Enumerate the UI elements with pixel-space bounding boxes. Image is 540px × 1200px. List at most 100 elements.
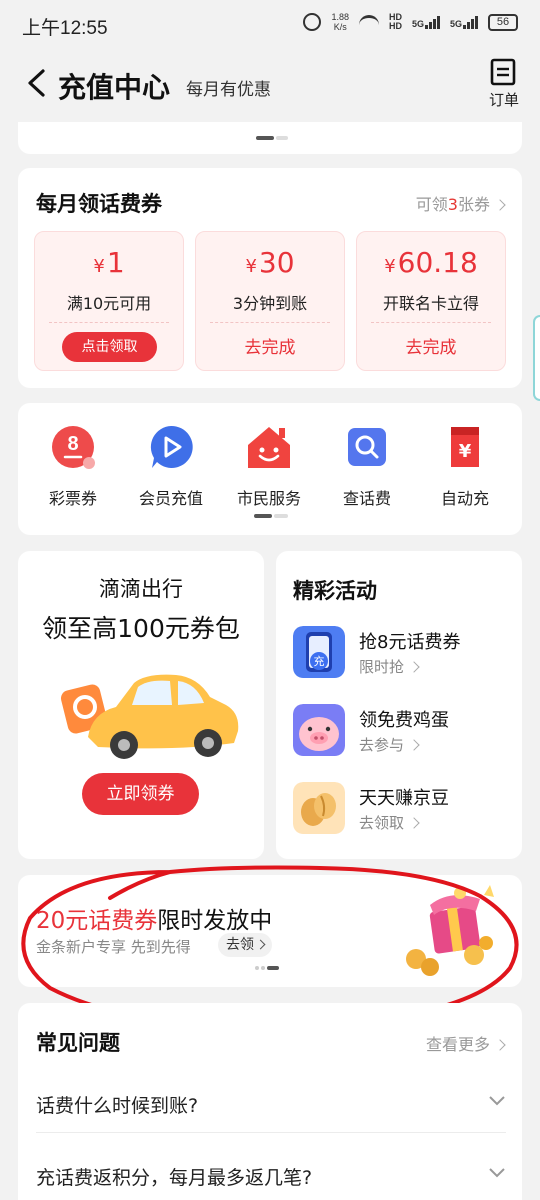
signal-bars-icon (424, 15, 440, 29)
banner-go-button[interactable]: 去领 (218, 933, 272, 957)
service-label: 自动充 (440, 489, 489, 508)
service-label: 查话费 (342, 489, 391, 508)
activity-item[interactable]: 天天赚京豆 去领取 (293, 782, 513, 836)
activity-action: 限时抢 (359, 656, 420, 677)
coupon-desc: 3分钟到账 (232, 294, 308, 313)
network-type-2: 5G (449, 19, 462, 29)
coupon-item[interactable]: ¥1 满10元可用 点击领取 (34, 231, 184, 371)
page-title: 充值中心 (58, 71, 171, 104)
dashed-divider (371, 322, 491, 323)
faq-question[interactable]: 充话费返积分，每月最多返几笔? (36, 1145, 506, 1200)
didi-title: 滴滴出行 (99, 577, 183, 601)
service-membership[interactable]: 会员充值 (126, 425, 216, 509)
status-icons: 1.88 K/s HD HD 5G 5G 56 (303, 12, 518, 32)
currency-symbol: ¥ (93, 256, 105, 277)
banner-subtitle: 金条新户专享 先到先得 (36, 938, 191, 956)
claim-didi-coupon-button[interactable]: 立即领券 (82, 773, 199, 815)
back-icon[interactable] (24, 68, 50, 98)
chevron-right-icon (255, 939, 266, 950)
complete-task-button[interactable]: 去完成 (196, 333, 344, 358)
faq-question-text: 充话费返积分，每月最多返几笔? (36, 1167, 313, 1189)
lottery-icon: 8 (52, 426, 95, 469)
service-balance-query[interactable]: 查话费 (322, 425, 412, 509)
activity-name: 天天赚京豆 (359, 788, 449, 809)
faq-more-link[interactable]: 查看更多 (425, 1031, 506, 1055)
dashed-divider (49, 322, 169, 323)
activity-name: 抢8元话费券 (359, 632, 461, 653)
carousel-indicator (256, 136, 288, 140)
recharge-badge: 充 (314, 654, 325, 668)
coupon-count-link[interactable]: 可领3张券 (416, 191, 506, 215)
didi-offer: 领至高100元券包 (42, 614, 240, 643)
app-header: 充值中心 每月有优惠 订单 (0, 50, 540, 122)
service-label: 彩票券 (48, 489, 97, 508)
recharge-center-page: 上午12:55 1.88 K/s HD HD 5G 5G 56 充值中心 每月有… (0, 0, 540, 1200)
promo-banner[interactable]: 20元话费券限时发放中 金条新户专享 先到先得 去领 (18, 875, 522, 987)
activities-title: 精彩活动 (293, 579, 377, 603)
faq-title: 常见问题 (36, 1031, 120, 1055)
chevron-right-icon (494, 1039, 506, 1051)
chevron-right-icon (408, 661, 420, 673)
chevron-down-icon (489, 1168, 505, 1178)
signal-bars-icon (463, 15, 478, 29)
amount-value: 30 (258, 246, 295, 279)
signal-2: 5G (450, 15, 478, 29)
coupon-amount: ¥1 (35, 246, 183, 279)
signal-1: 5G (412, 15, 440, 29)
dashed-divider (210, 322, 330, 323)
faq-section: 常见问题 查看更多 话费什么时候到账? 充话费返积分，每月最多返几笔? (18, 1003, 522, 1200)
complete-task-button[interactable]: 去完成 (357, 333, 505, 358)
hd-label-2: HD (388, 21, 402, 31)
coupon-section-title: 每月领话费券 (36, 192, 162, 216)
service-page-indicator (254, 514, 288, 518)
status-time: 上午12:55 (22, 18, 108, 39)
currency-symbol: ¥ (384, 256, 396, 277)
amount-value: 1 (106, 246, 125, 279)
service-lottery[interactable]: 8 彩票券 (28, 425, 118, 509)
coupon-count-suffix: 张券 (457, 195, 490, 214)
floating-edge-handle[interactable] (533, 315, 540, 401)
currency-symbol: ¥ (245, 256, 257, 277)
banner-title: 20元话费券限时发放中 (36, 901, 272, 935)
citizen-house-icon (248, 427, 290, 468)
phone-recharge-icon: 充 (293, 626, 345, 678)
didi-promo-card[interactable]: 滴滴出行 领至高100元券包 立即领券 (18, 551, 264, 859)
amount-value: 60.18 (397, 246, 478, 279)
service-citizen[interactable]: 市民服务 (224, 425, 314, 509)
activity-action-label: 去领取 (359, 814, 405, 832)
svg-text:8: 8 (67, 433, 78, 455)
faq-question[interactable]: 话费什么时候到账? (36, 1073, 506, 1133)
claim-coupon-button[interactable]: 点击领取 (62, 332, 157, 362)
hd-indicator: HD HD (389, 13, 402, 31)
chevron-down-icon (489, 1096, 505, 1106)
chevron-right-icon (408, 739, 420, 751)
network-type-1: 5G (411, 19, 424, 29)
coupon-desc: 开联名卡立得 (382, 294, 479, 313)
activity-item[interactable]: 领免费鸡蛋 去参与 (293, 704, 513, 758)
page-subtitle: 每月有优惠 (186, 80, 271, 100)
coupon-item[interactable]: ¥30 3分钟到账 去完成 (195, 231, 345, 371)
coupon-desc: 满10元可用 (66, 294, 152, 313)
coupon-count: 3 (447, 195, 458, 214)
battery-icon: 56 (488, 13, 518, 31)
activity-item[interactable]: 充 抢8元话费券 限时抢 (293, 626, 513, 680)
service-label: 市民服务 (236, 489, 301, 508)
order-icon[interactable] (490, 58, 516, 86)
faq-more-label: 查看更多 (425, 1035, 490, 1054)
service-label: 会员充值 (138, 489, 203, 508)
wifi-icon (358, 15, 379, 29)
banner-title-rest: 限时发放中 (157, 908, 273, 934)
beans-icon (293, 782, 345, 834)
coupon-item[interactable]: ¥60.18 开联名卡立得 去完成 (356, 231, 506, 371)
service-auto-recharge[interactable]: ¥ 自动充 (420, 425, 510, 509)
activity-action: 去领取 (359, 812, 420, 833)
service-grid-card: 8 彩票券 会员充值 市民服务 查话费 ¥ 自动充 (18, 403, 522, 535)
pig-icon (293, 704, 345, 756)
svg-text:¥: ¥ (459, 441, 472, 462)
network-speed: 1.88 K/s (331, 12, 349, 32)
banner-title-highlight: 20元话费券 (36, 908, 158, 934)
order-button-label[interactable]: 订单 (489, 89, 519, 110)
speed-unit: K/s (333, 22, 347, 32)
faq-question-text: 话费什么时候到账? (36, 1095, 199, 1117)
search-icon (348, 428, 386, 466)
